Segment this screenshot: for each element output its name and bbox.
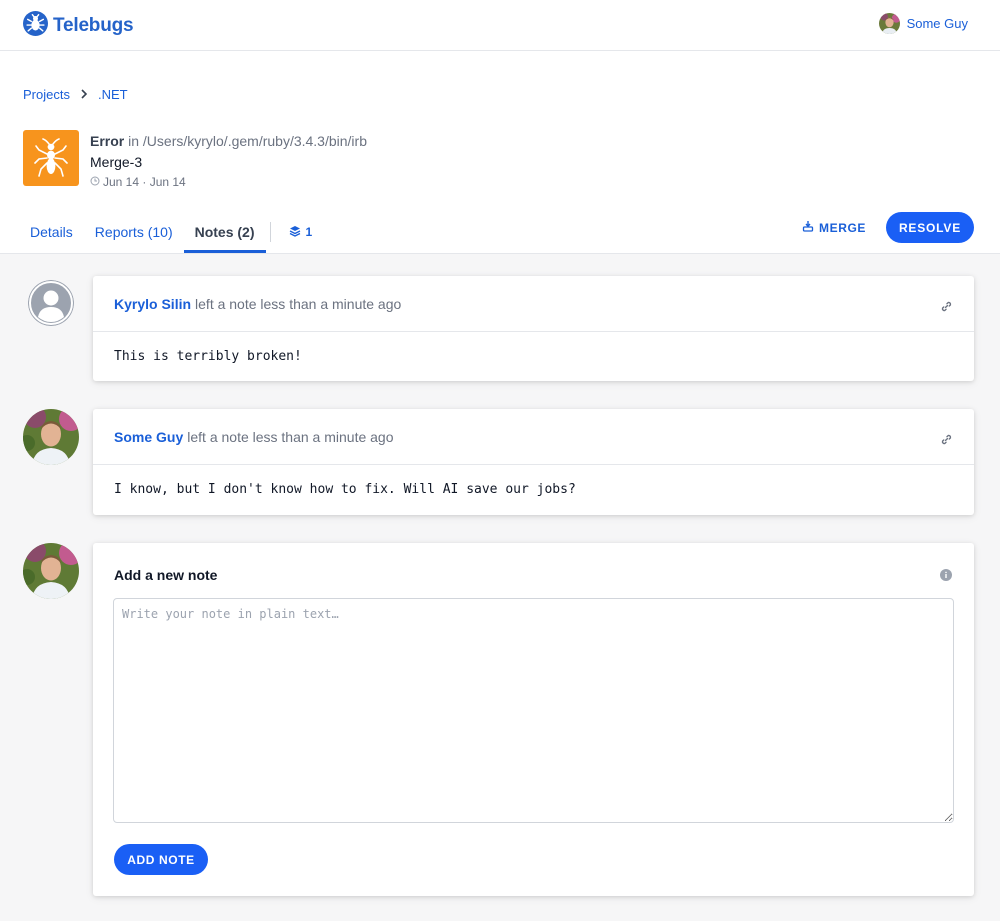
issue-dates-text: Jun 14 · Jun 14 [103,175,186,189]
note-meta: left a note less than a minute ago [187,428,394,445]
merge-button[interactable]: MERGE [802,220,866,235]
default-avatar-icon [28,280,74,326]
top-bar: Telebugs Some Guy [0,0,1000,51]
tab-details[interactable]: Details [19,211,84,253]
issue-type: Error [90,133,125,149]
resolve-button[interactable]: RESOLVE [886,212,974,243]
layers-icon [289,225,301,240]
tab-stack[interactable]: 1 [281,211,321,253]
new-note-form: Add a new note ADD NOTE [93,543,974,896]
user-avatar [878,13,900,34]
note-meta: left a note less than a minute ago [195,295,402,312]
link-icon[interactable] [941,299,952,315]
note-header: Some Guy left a note less than a minute … [93,409,974,465]
breadcrumb: Projects .NET [23,87,128,102]
issue-summary: Error in /Users/kyrylo/.gem/ruby/3.4.3/b… [90,133,367,149]
breadcrumb-project-link[interactable]: .NET [98,87,128,102]
issue-header: Projects .NET Error in /Users/kyrylo/.ge… [0,51,1000,254]
brand-link[interactable]: Telebugs [23,11,134,41]
issue-location: in /Users/kyrylo/.gem/ruby/3.4.3/bin/irb [124,133,367,149]
note-header: Kyrylo Silin left a note less than a min… [93,276,974,332]
tab-divider [269,222,271,242]
note-author-link[interactable]: Kyrylo Silin [114,296,191,312]
note-body: This is terribly broken! [114,349,302,364]
note-card: Some Guy left a note less than a minute … [93,409,974,515]
tab-reports[interactable]: Reports (10) [84,211,184,253]
issue-tabs: Details Reports (10) Notes (2) 1 [19,211,320,253]
bug-logo-icon [23,11,48,41]
author-avatar [23,409,79,465]
info-icon[interactable] [940,568,952,586]
chevron-right-icon [80,87,88,102]
link-icon[interactable] [941,432,952,448]
note-textarea[interactable] [113,598,954,823]
add-note-button[interactable]: ADD NOTE [114,844,208,875]
stack-count: 1 [305,225,313,239]
bug-icon [23,130,79,186]
brand-name: Telebugs [53,15,134,36]
note-body: I know, but I don't know how to fix. Wil… [114,482,576,497]
note-card: Kyrylo Silin left a note less than a min… [93,276,974,381]
clock-icon [90,175,100,189]
user-name: Some Guy [906,16,968,31]
current-user-avatar [23,543,79,599]
merge-label: MERGE [819,220,867,235]
breadcrumb-projects-link[interactable]: Projects [23,87,70,102]
new-note-title: Add a new note [114,567,218,583]
issue-meta: Error in /Users/kyrylo/.gem/ruby/3.4.3/b… [90,133,367,189]
issue-dates: Jun 14 · Jun 14 [90,175,367,189]
merge-icon [802,220,814,235]
tab-notes[interactable]: Notes (2) [183,211,266,253]
issue-title: Merge-3 [90,154,143,170]
user-menu[interactable]: Some Guy [878,13,968,34]
note-author-link[interactable]: Some Guy [114,429,183,445]
